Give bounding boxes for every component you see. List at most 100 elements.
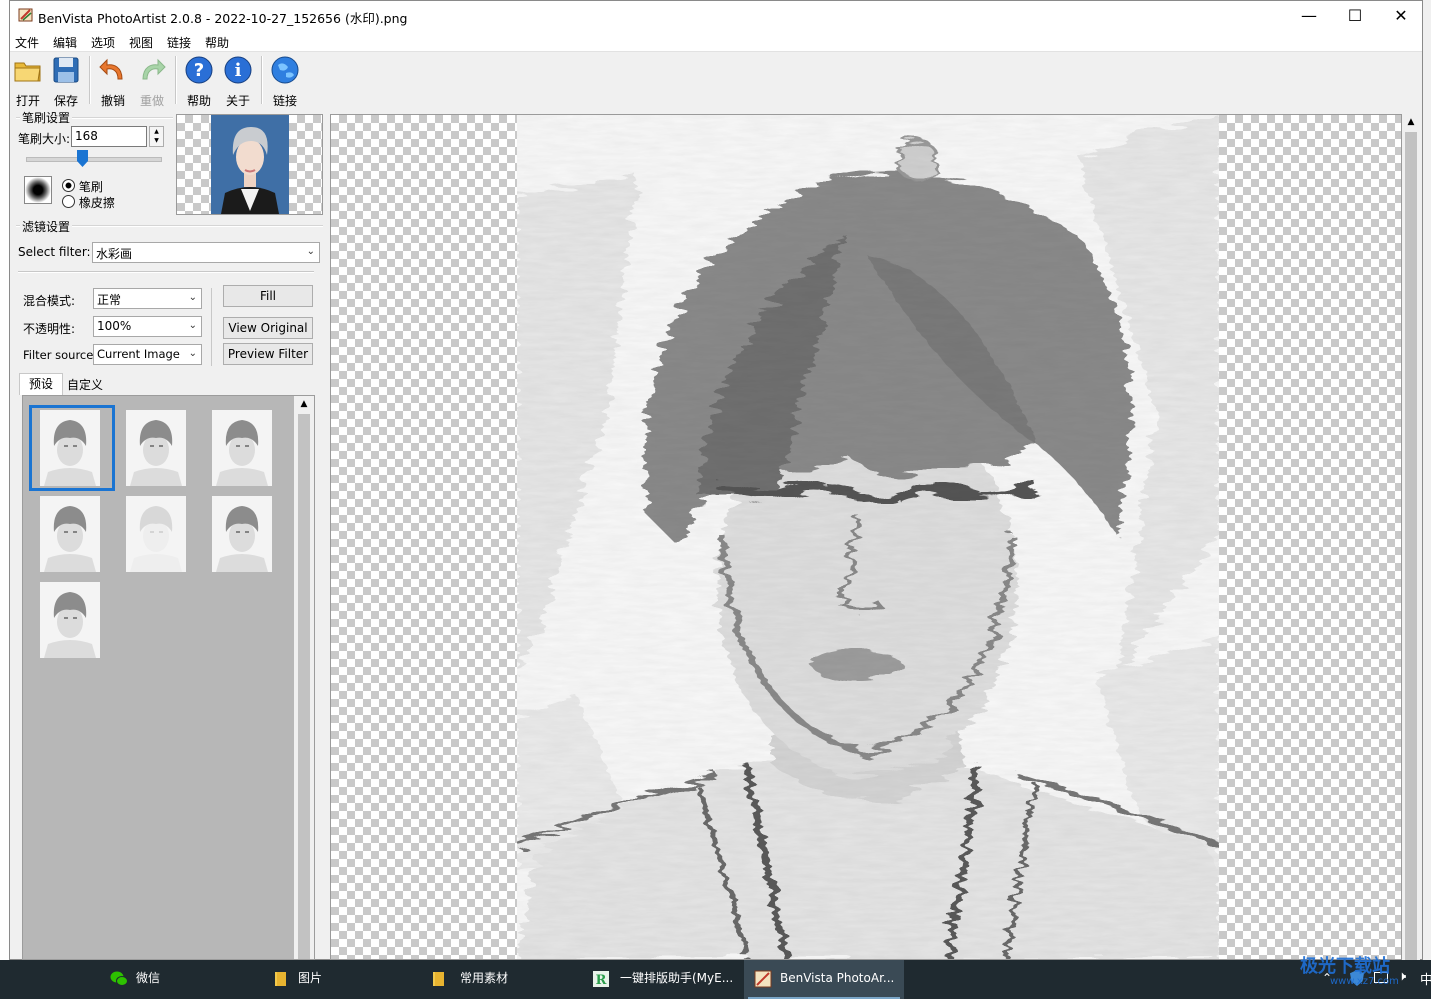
opacity-label: 不透明性: xyxy=(23,322,76,336)
radio-unselected-icon[interactable] xyxy=(62,195,75,208)
scrollbar-thumb[interactable] xyxy=(298,414,310,959)
taskbar-item-myeditor[interactable]: R 一键排版助手(MyE... xyxy=(582,960,740,999)
undo-label: 撤销 xyxy=(100,94,125,108)
about-button[interactable]: i 关于 xyxy=(220,55,256,108)
preset-sketch-image xyxy=(126,410,186,486)
preset-thumbnail[interactable] xyxy=(40,496,100,572)
undo-arrow-icon xyxy=(99,58,123,80)
minimize-button[interactable]: — xyxy=(1286,1,1332,31)
toolbar-separator xyxy=(175,56,177,104)
watercolor-portrait-canvas[interactable] xyxy=(517,115,1219,959)
preset-thumbnail[interactable] xyxy=(40,410,100,486)
photoartist-app-icon xyxy=(18,8,33,22)
taskbar-label: 常用素材 xyxy=(460,971,509,985)
filter-source-value: Current Image xyxy=(97,347,180,361)
preset-sketch-image xyxy=(212,410,272,486)
source-preview-frame[interactable] xyxy=(176,114,323,215)
spin-up-icon[interactable]: ▲ xyxy=(150,127,163,136)
redo-button[interactable]: 重做 xyxy=(134,55,170,108)
taskbar-item-pictures[interactable]: 图片 xyxy=(262,960,418,999)
canvas-scrollbar[interactable]: ▲ xyxy=(1402,114,1420,960)
blend-mode-select[interactable]: 正常 ⌄ xyxy=(93,288,202,309)
spin-down-icon[interactable]: ▼ xyxy=(150,136,163,145)
brush-size-spinner[interactable]: ▲ ▼ xyxy=(149,126,164,147)
preset-sketch-image xyxy=(40,410,100,486)
tab-custom[interactable]: 自定义 xyxy=(63,376,107,395)
brush-size-input[interactable]: 168 xyxy=(71,126,147,147)
save-button[interactable]: 保存 xyxy=(48,55,84,108)
brush-size-label: 笔刷大小: xyxy=(18,132,71,146)
title-bar[interactable]: BenVista PhotoArtist 2.0.8 - 2022-10-27_… xyxy=(10,1,1422,31)
preset-thumbnail[interactable] xyxy=(126,496,186,572)
volume-icon[interactable]: 🕨 xyxy=(1398,969,1406,984)
canvas-scrollbar-thumb[interactable] xyxy=(1405,132,1417,960)
menu-edit[interactable]: 编辑 xyxy=(53,34,77,51)
close-button[interactable]: ✕ xyxy=(1378,1,1424,31)
opacity-select[interactable]: 100% ⌄ xyxy=(93,316,202,337)
scroll-up-icon[interactable]: ▲ xyxy=(294,396,314,412)
menu-help[interactable]: 帮助 xyxy=(205,34,229,51)
filter-group-label: 滤镜设置 xyxy=(20,218,73,235)
toolbar: 打开 保存 撤销 重做 ? 帮助 i 关于 链接 xyxy=(10,52,1422,108)
save-label: 保存 xyxy=(53,94,78,108)
presets-scrollbar[interactable]: ▲ xyxy=(294,396,314,959)
folder-icon xyxy=(275,972,286,986)
ime-indicator[interactable]: 中 xyxy=(1420,969,1431,988)
preset-thumbnail[interactable] xyxy=(40,582,100,658)
maximize-button[interactable]: ☐ xyxy=(1332,1,1378,31)
watermark-logo-text: 极光下载站 xyxy=(1300,956,1390,977)
menu-file[interactable]: 文件 xyxy=(15,34,39,51)
preset-thumbnail[interactable] xyxy=(212,496,272,572)
menu-options[interactable]: 选项 xyxy=(91,34,115,51)
preset-sketch-image xyxy=(40,496,100,572)
help-question-icon: ? xyxy=(185,56,213,84)
redo-label: 重做 xyxy=(139,94,164,108)
canvas-frame xyxy=(330,114,1402,960)
view-original-button[interactable]: View Original xyxy=(223,317,313,339)
select-filter-label: Select filter: xyxy=(18,245,91,259)
preview-filter-button[interactable]: Preview Filter xyxy=(223,343,313,365)
fill-button[interactable]: Fill xyxy=(223,285,313,307)
svg-text:i: i xyxy=(235,60,242,81)
brush-mode-radio[interactable]: 笔刷 xyxy=(62,178,103,195)
taskbar-item-wechat[interactable]: 微信 xyxy=(100,960,260,999)
undo-button[interactable]: 撤销 xyxy=(95,55,131,108)
link-button[interactable]: 链接 xyxy=(267,55,303,108)
svg-text:?: ? xyxy=(194,60,204,81)
preset-sketch-image xyxy=(40,582,100,658)
app-icon: R xyxy=(593,971,609,988)
radio-selected-icon[interactable] xyxy=(62,179,75,192)
filter-select[interactable]: 水彩画 ⌄ xyxy=(92,242,320,263)
taskbar-label: 一键排版助手(MyE... xyxy=(620,971,734,985)
eraser-mode-radio[interactable]: 橡皮擦 xyxy=(62,194,115,211)
preset-sketch-image xyxy=(126,496,186,572)
help-button[interactable]: ? 帮助 xyxy=(181,55,217,108)
info-icon: i xyxy=(224,56,252,84)
taskbar-item-materials[interactable]: 常用素材 xyxy=(420,960,578,999)
open-button[interactable]: 打开 xyxy=(10,55,46,108)
tab-presets[interactable]: 预设 xyxy=(19,373,63,395)
toolbar-separator xyxy=(89,56,91,104)
menu-view[interactable]: 视图 xyxy=(129,34,153,51)
taskbar-label: 图片 xyxy=(298,971,323,985)
brush-size-slider-thumb[interactable] xyxy=(77,150,88,167)
redo-arrow-icon xyxy=(142,58,166,80)
open-label: 打开 xyxy=(15,94,40,108)
wechat-icon xyxy=(110,971,128,986)
taskbar-label: 微信 xyxy=(136,971,161,985)
presets-panel: ▲ xyxy=(22,395,315,960)
link-label: 链接 xyxy=(272,94,297,108)
portrait-thumbnail-image xyxy=(211,115,289,214)
blend-mode-label: 混合模式: xyxy=(23,294,76,308)
taskbar-item-photoartist[interactable]: BenVista PhotoAr... xyxy=(744,960,904,999)
scroll-up-icon[interactable]: ▲ xyxy=(1402,114,1420,130)
preset-thumbnail[interactable] xyxy=(212,410,272,486)
brush-size-slider-track[interactable] xyxy=(26,157,162,162)
filter-divider xyxy=(18,271,314,273)
menu-link[interactable]: 链接 xyxy=(167,34,191,51)
help-label: 帮助 xyxy=(186,94,211,108)
chevron-down-icon: ⌄ xyxy=(188,320,197,331)
filter-source-select[interactable]: Current Image ⌄ xyxy=(93,344,202,365)
preset-thumbnail[interactable] xyxy=(126,410,186,486)
chevron-down-icon: ⌄ xyxy=(188,292,197,303)
